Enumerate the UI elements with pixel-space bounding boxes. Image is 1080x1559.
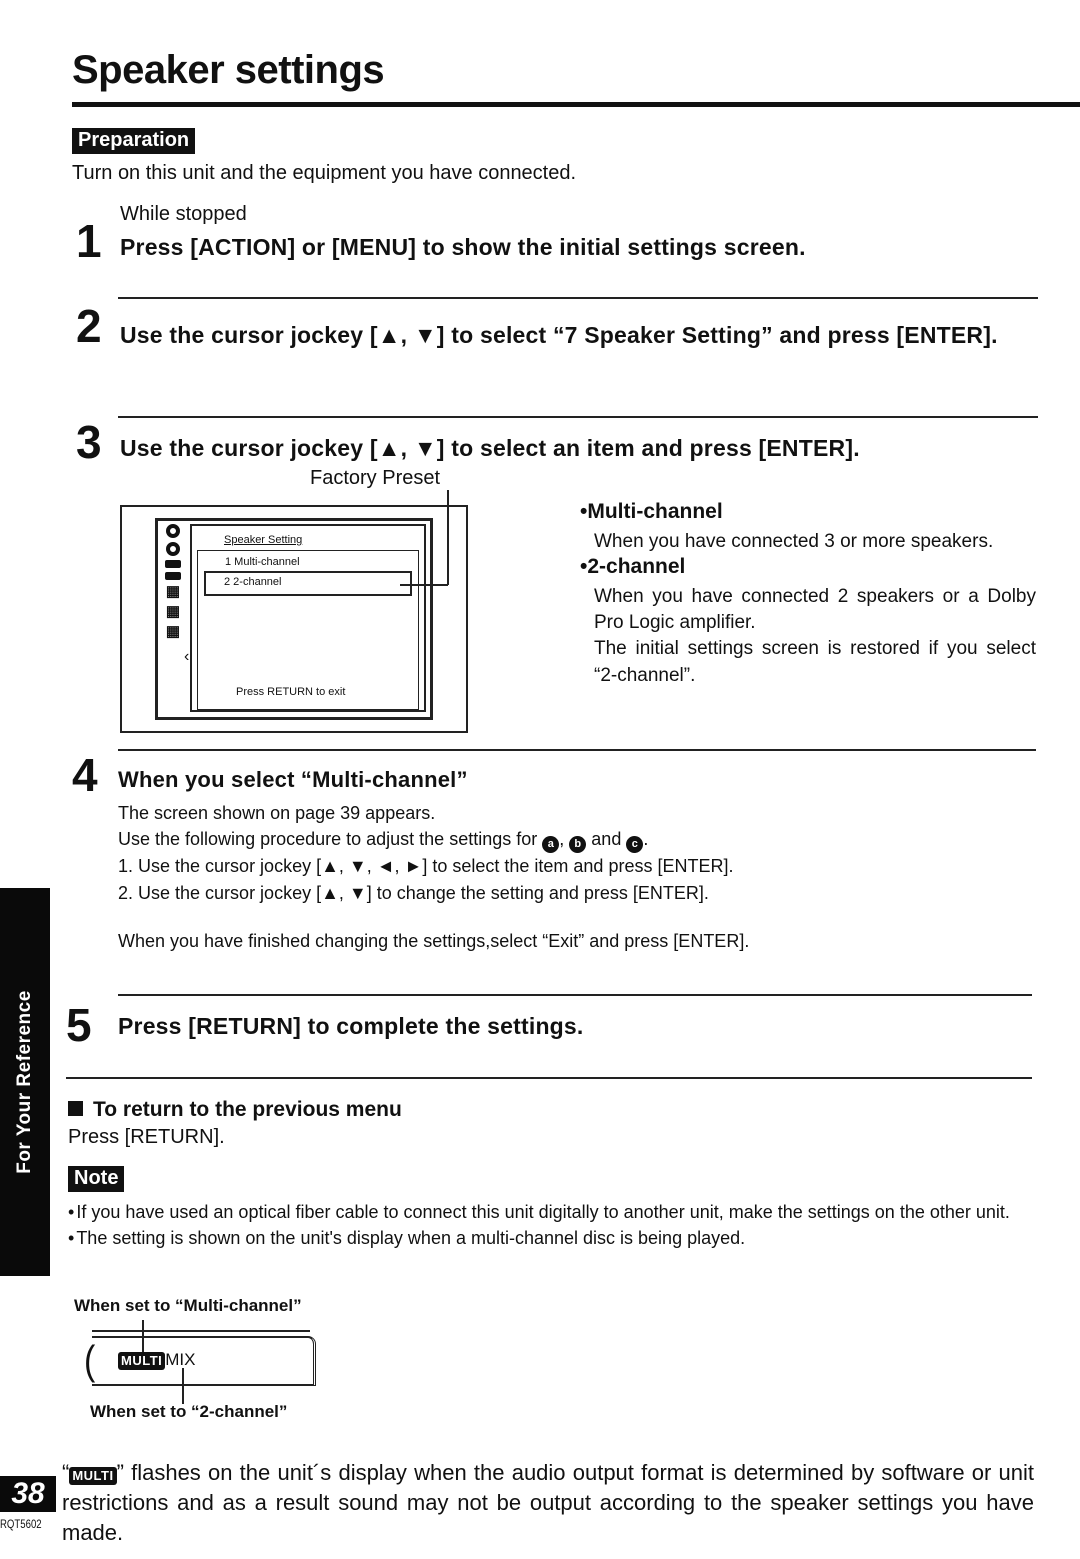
step-4-line: 1. Use the cursor jockey [▲, ▼, ◄, ►] to… <box>118 856 734 877</box>
menu-option-multi-channel[interactable]: 1 Multi-channel <box>225 556 300 568</box>
multi-indicator-badge: MULTI <box>69 1467 117 1485</box>
menu-title: Speaker Setting <box>224 534 303 546</box>
step-4-body: The screen shown on page 39 appears. Use… <box>118 800 733 906</box>
option-multi-channel-text: When you have connected 3 or more speake… <box>594 531 994 552</box>
page-number: 38 <box>0 1476 56 1512</box>
return-text: Press [RETURN]. <box>68 1126 225 1148</box>
step-2-number: 2 <box>76 300 102 352</box>
speaker-grid-icon: ▦ <box>165 583 181 600</box>
option-2-channel-desc: When you have connected 2 speakers or a … <box>594 586 1036 634</box>
option-2-channel-heading: •2-channel <box>580 555 686 578</box>
option-2-channel-text: When you have connected 2 speakers or a … <box>594 584 1036 689</box>
option-multi-channel-heading: •Multi-channel <box>580 500 723 523</box>
speaker-grid-icon: ▦ <box>165 623 181 640</box>
step-4-line: Use the following procedure to adjust th… <box>118 826 733 854</box>
speaker-grid-icon: ▦ <box>165 603 181 620</box>
return-heading-text: To return to the previous menu <box>93 1098 402 1121</box>
multi-indicator-badge: MULTI <box>118 1352 166 1370</box>
footer-note: “MULTI” flashes on the unit´s display wh… <box>62 1458 1034 1548</box>
note-item: The setting is shown on the unit's displ… <box>68 1226 1036 1252</box>
document-code: RQT5602 <box>0 1517 42 1531</box>
section-divider <box>66 1077 1032 1079</box>
note-list: If you have used an optical fiber cable … <box>68 1200 1036 1251</box>
side-section-tab-label: For Your Reference <box>14 990 35 1174</box>
mix-indicator: MIX <box>165 1350 196 1369</box>
display-frame-edge <box>92 1330 310 1332</box>
return-heading: To return to the previous menu <box>68 1098 402 1122</box>
step-divider <box>118 297 1038 299</box>
menu-option-2-channel[interactable]: 2 2-channel <box>224 576 282 588</box>
step-divider <box>118 749 1036 751</box>
step-5-number: 5 <box>66 999 92 1051</box>
bar-icon <box>165 572 181 580</box>
step-5-instruction: Press [RETURN] to complete the settings. <box>118 1013 584 1039</box>
step-3-instruction: Use the cursor jockey [▲, ▼] to select a… <box>120 435 860 461</box>
step-4-text: Use the following procedure to adjust th… <box>118 829 538 850</box>
marker-c-icon: c <box>626 836 644 854</box>
factory-preset-label: Factory Preset <box>310 467 441 489</box>
step-2-instruction: Use the cursor jockey [▲, ▼] to select “… <box>120 322 998 348</box>
factory-preset-pointer <box>447 490 449 585</box>
note-item: If you have used an optical fiber cable … <box>68 1200 1036 1226</box>
footer-text: ” flashes on the unit´s display when the… <box>62 1460 1034 1545</box>
title-rule <box>72 102 1080 107</box>
selection-pointer-icon: ‹ <box>184 648 190 665</box>
step-4-line: The screen shown on page 39 appears. <box>118 803 436 823</box>
preparation-label: Preparation <box>72 128 196 154</box>
display-pointer <box>182 1368 184 1404</box>
unit-display-content: MULTI MIX <box>118 1350 195 1370</box>
display-frame-curve: ( <box>84 1338 96 1384</box>
marker-b-icon: b <box>569 836 587 854</box>
display-label-2-channel: When set to “2-channel” <box>90 1402 288 1421</box>
step-divider <box>118 416 1038 418</box>
step-4-number: 4 <box>72 749 98 801</box>
factory-preset-pointer <box>400 584 448 586</box>
menu-footer-hint: Press RETURN to exit <box>236 686 346 698</box>
step-1-number: 1 <box>76 215 102 267</box>
preparation-text: Turn on this unit and the equipment you … <box>72 162 577 184</box>
footer-text: “ <box>62 1460 70 1485</box>
menu-icon-column: ▦ ▦ ▦ <box>162 524 184 644</box>
display-pointer <box>142 1320 144 1352</box>
step-3-number: 3 <box>76 416 102 468</box>
step-1-instruction: Press [ACTION] or [MENU] to show the ini… <box>120 234 806 260</box>
display-label-multi-channel: When set to “Multi-channel” <box>74 1296 302 1315</box>
step-divider <box>118 994 1032 996</box>
step-4-line: 2. Use the cursor jockey [▲, ▼] to chang… <box>118 882 709 903</box>
disc-icon <box>166 542 180 556</box>
marker-a-icon: a <box>542 836 560 854</box>
option-2-channel-note: The initial settings screen is restored … <box>594 638 1036 686</box>
step-4-finish-text: When you have finished changing the sett… <box>118 931 750 951</box>
step-4-text: and <box>591 829 622 850</box>
page-title: Speaker settings <box>72 48 385 92</box>
square-bullet-icon <box>68 1101 83 1116</box>
bar-icon <box>165 560 181 568</box>
step-1-condition: While stopped <box>120 203 247 225</box>
step-4-heading: When you select “Multi-channel” <box>118 767 468 792</box>
disc-icon <box>166 524 180 538</box>
note-label: Note <box>68 1166 125 1192</box>
